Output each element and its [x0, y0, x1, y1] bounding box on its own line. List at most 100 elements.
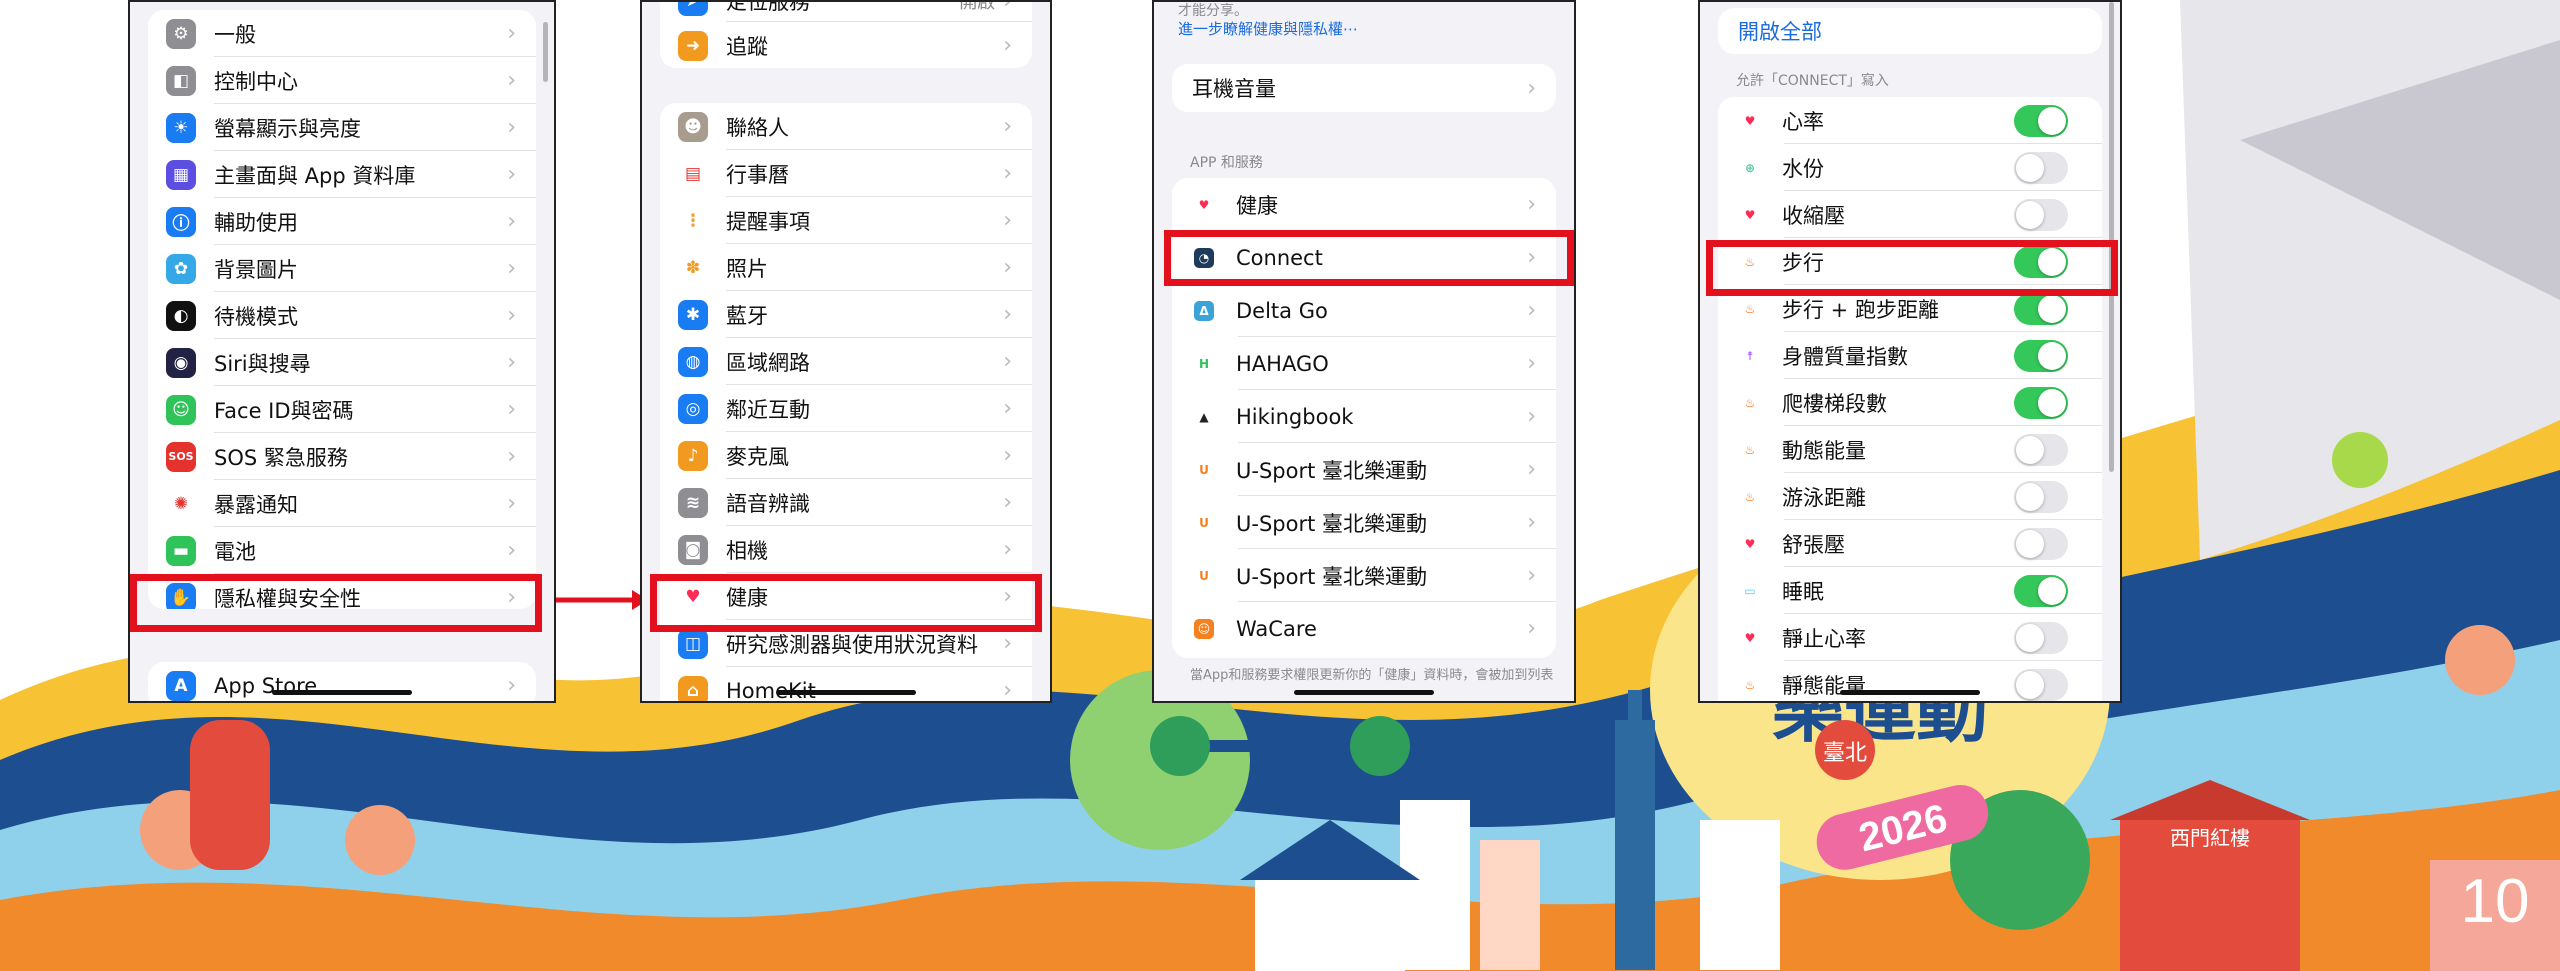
privacy-row-photos[interactable]: ✽ 照片 ›	[660, 244, 1032, 291]
toggle-switch[interactable]	[2014, 668, 2068, 701]
privacy-row-microphone[interactable]: ♪ 麥克風 ›	[660, 432, 1032, 479]
row-label: 心率	[1782, 109, 1824, 134]
row-label: 螢幕顯示與亮度	[214, 116, 361, 141]
row-label: Face ID與密碼	[214, 398, 354, 423]
privacy-row-calendar[interactable]: ▤ 行事曆 ›	[660, 150, 1032, 197]
row-label: U-Sport 臺北樂運動	[1236, 564, 1427, 589]
toggle-switch[interactable]	[2014, 480, 2068, 513]
settings-row-sos[interactable]: SOS SOS 緊急服務 ›	[148, 433, 536, 480]
permission-row-diastolic: ♥ 舒張壓	[1718, 520, 2102, 567]
row-label: 藍牙	[726, 303, 768, 328]
app-row-hahago[interactable]: H HAHAGO ›	[1172, 337, 1556, 390]
toggle-switch[interactable]	[2014, 151, 2068, 184]
row-label: 一般	[214, 22, 256, 47]
settings-row-face-id[interactable]: ☺ Face ID與密碼 ›	[148, 386, 536, 433]
privacy-row-contacts[interactable]: ☻ 聯絡人 ›	[660, 103, 1032, 150]
row-label: 定位服務	[726, 0, 810, 14]
chevron-right-icon: ›	[507, 162, 516, 187]
app-row-usport-3[interactable]: U U-Sport 臺北樂運動 ›	[1172, 549, 1556, 602]
settings-row-accessibility[interactable]: ⓘ 輔助使用 ›	[148, 198, 536, 245]
row-label: 追蹤	[726, 34, 768, 59]
app-row-health[interactable]: ♥ 健康 ›	[1172, 178, 1556, 231]
settings-row-display[interactable]: ☀ 螢幕顯示與亮度 ›	[148, 104, 536, 151]
row-label: 耳機音量	[1192, 77, 1276, 101]
privacy-row-tracking[interactable]: ➜ 追蹤 ›	[660, 22, 1032, 68]
privacy-row-camera[interactable]: ◙ 相機 ›	[660, 526, 1032, 573]
chevron-right-icon: ›	[1003, 631, 1012, 656]
privacy-row-nearby[interactable]: ◎ 鄰近互動 ›	[660, 385, 1032, 432]
chevron-right-icon: ›	[1003, 161, 1012, 186]
privacy-row-location[interactable]: ➤ 定位服務 開啟 ›	[660, 0, 1032, 22]
bed-icon: ▭	[1744, 583, 1756, 598]
settings-row-wallpaper[interactable]: ✿ 背景圖片 ›	[148, 245, 536, 292]
headphone-volume-row[interactable]: 耳機音量 ›	[1172, 64, 1556, 112]
row-label: SOS 緊急服務	[214, 445, 348, 470]
learn-more-link[interactable]: 進一步瞭解健康與隱私權⋯	[1178, 18, 1358, 39]
row-label: 電池	[214, 539, 256, 564]
row-label: Siri與搜尋	[214, 351, 311, 376]
permission-row-active-energy: ♨ 動態能量	[1718, 426, 2102, 473]
enable-all-group: 開啟全部	[1718, 8, 2102, 54]
settings-row-battery[interactable]: ▬ 電池 ›	[148, 527, 536, 574]
privacy-row-speech[interactable]: ≋ 語音辨識 ›	[660, 479, 1032, 526]
settings-row-siri[interactable]: ◉ Siri與搜尋 ›	[148, 339, 536, 386]
delta-go-icon: Δ	[1194, 300, 1214, 321]
toggle-switch[interactable]	[2014, 292, 2068, 325]
toggle-switch[interactable]	[2014, 433, 2068, 466]
chevron-right-icon: ›	[1527, 298, 1536, 323]
chevron-right-icon: ›	[507, 115, 516, 140]
settings-row-control-center[interactable]: ◧ 控制中心 ›	[148, 57, 536, 104]
highlight-steps	[1706, 240, 2118, 296]
body-figure-icon: ☨	[1746, 348, 1754, 363]
settings-row-general[interactable]: ⚙ 一般 ›	[148, 10, 536, 57]
scrollbar[interactable]	[2109, 2, 2114, 472]
reminders-icon: ⋮	[678, 205, 708, 236]
toggle-switch[interactable]	[2014, 574, 2068, 607]
footer-note: 當App和服務要求權限更新你的「健康」資料時，會被加到列表	[1190, 668, 1554, 683]
page-number: 10	[2461, 867, 2530, 936]
settings-row-exposure[interactable]: ✺ 暴露通知 ›	[148, 480, 536, 527]
chevron-right-icon: ›	[1527, 616, 1536, 641]
toggle-switch[interactable]	[2014, 386, 2068, 419]
battery-icon: ▬	[166, 535, 196, 566]
settings-row-app-store[interactable]: A App Store ›	[148, 662, 536, 701]
flame-icon: ♨	[1744, 677, 1756, 692]
privacy-row-homekit[interactable]: ⌂ HomeKit ›	[660, 667, 1032, 701]
chevron-right-icon: ›	[507, 538, 516, 563]
app-row-usport-2[interactable]: U U-Sport 臺北樂運動 ›	[1172, 496, 1556, 549]
app-row-delta-go[interactable]: Δ Delta Go ›	[1172, 284, 1556, 337]
app-row-wacare[interactable]: ☺ WaCare ›	[1172, 602, 1556, 655]
usport-icon: U	[1194, 459, 1214, 480]
permission-row-systolic: ♥ 收縮壓	[1718, 191, 2102, 238]
row-label: 區域網路	[726, 350, 810, 375]
section-header: APP 和服務	[1190, 155, 1263, 171]
app-row-hikingbook[interactable]: ▲ Hikingbook ›	[1172, 390, 1556, 443]
chevron-right-icon: ›	[1527, 404, 1536, 429]
chevron-right-icon: ›	[1003, 255, 1012, 280]
toggle-switch[interactable]	[2014, 104, 2068, 137]
permission-row-flights: ♨ 爬樓梯段數	[1718, 379, 2102, 426]
settings-row-home-screen[interactable]: ▦ 主畫面與 App 資料庫 ›	[148, 151, 536, 198]
permission-row-resting-hr: ♥ 靜止心率	[1718, 614, 2102, 661]
chevron-right-icon: ›	[1003, 490, 1012, 515]
row-label: 控制中心	[214, 69, 298, 94]
enable-all-label: 開啟全部	[1738, 20, 1822, 44]
toggle-switch[interactable]	[2014, 339, 2068, 372]
chevron-right-icon: ›	[1527, 510, 1536, 535]
flame-icon: ♨	[1744, 442, 1756, 457]
toggle-switch[interactable]	[2014, 527, 2068, 560]
control-center-icon: ◧	[166, 65, 196, 96]
hahago-icon: H	[1194, 353, 1214, 374]
privacy-row-local-network[interactable]: ◍ 區域網路 ›	[660, 338, 1032, 385]
row-label: 水份	[1782, 156, 1824, 181]
row-label: 待機模式	[214, 304, 298, 329]
scrollbar[interactable]	[543, 22, 548, 82]
toggle-switch[interactable]	[2014, 621, 2068, 654]
enable-all-button[interactable]: 開啟全部	[1718, 8, 2102, 54]
settings-row-standby[interactable]: ◐ 待機模式 ›	[148, 292, 536, 339]
privacy-row-bluetooth[interactable]: ✱ 藍牙 ›	[660, 291, 1032, 338]
app-row-usport-1[interactable]: U U-Sport 臺北樂運動 ›	[1172, 443, 1556, 496]
toggle-switch[interactable]	[2014, 198, 2068, 231]
privacy-row-reminders[interactable]: ⋮ 提醒事項 ›	[660, 197, 1032, 244]
chevron-right-icon: ›	[507, 68, 516, 93]
